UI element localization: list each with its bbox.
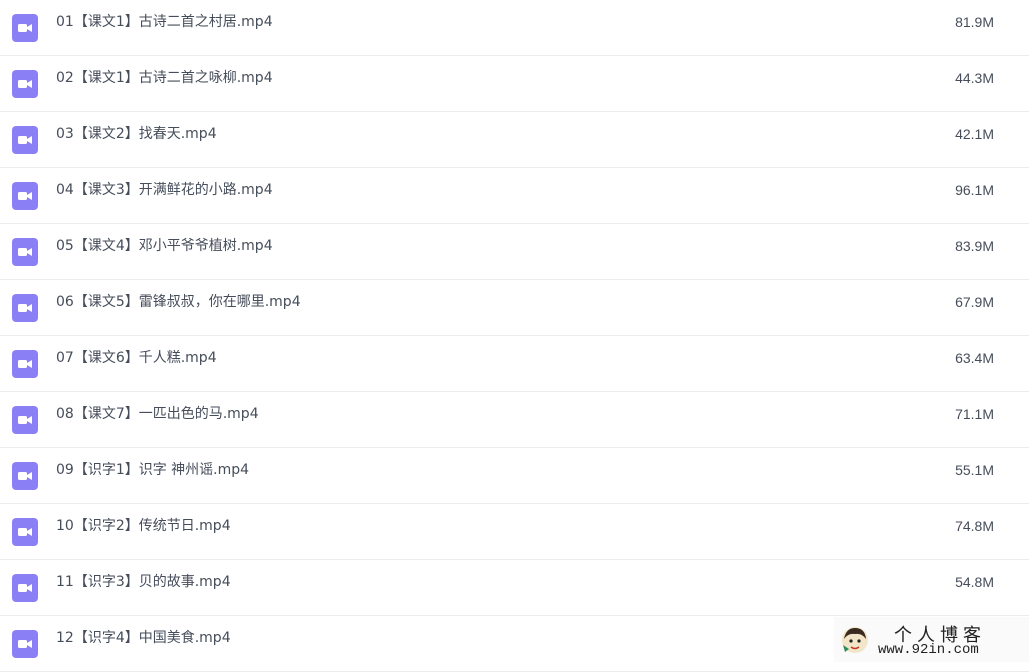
video-file-icon (12, 13, 38, 42)
video-file-icon (12, 629, 38, 658)
file-size: 74.8M (955, 518, 994, 534)
file-row[interactable]: 07【课文6】千人糕.mp4 63.4M (0, 336, 1029, 392)
file-size: 44.3M (955, 70, 994, 86)
video-file-icon (12, 293, 38, 322)
video-file-icon (12, 573, 38, 602)
file-name[interactable]: 10【识字2】传统节日.mp4 (56, 504, 231, 549)
avatar-logo-icon (842, 627, 868, 653)
file-row[interactable]: 09【识字1】识字 神州谣.mp4 55.1M (0, 448, 1029, 504)
video-file-icon (12, 461, 38, 490)
file-size: 54.8M (955, 574, 994, 590)
watermark-url: www.92in.com (878, 642, 979, 658)
file-row[interactable]: 11【识字3】贝的故事.mp4 54.8M (0, 560, 1029, 616)
file-row[interactable]: 10【识字2】传统节日.mp4 74.8M (0, 504, 1029, 560)
file-size: 83.9M (955, 238, 994, 254)
file-row[interactable]: 03【课文2】找春天.mp4 42.1M (0, 112, 1029, 168)
file-size: 63.4M (955, 350, 994, 366)
video-file-icon (12, 237, 38, 266)
file-row[interactable]: 06【课文5】雷锋叔叔，你在哪里.mp4 67.9M (0, 280, 1029, 336)
file-name[interactable]: 09【识字1】识字 神州谣.mp4 (56, 448, 249, 493)
file-row[interactable]: 08【课文7】一匹出色的马.mp4 71.1M (0, 392, 1029, 448)
file-name[interactable]: 04【课文3】开满鲜花的小路.mp4 (56, 168, 273, 213)
file-name[interactable]: 01【课文1】古诗二首之村居.mp4 (56, 0, 273, 45)
file-row[interactable]: 05【课文4】邓小平爷爷植树.mp4 83.9M (0, 224, 1029, 280)
video-file-icon (12, 125, 38, 154)
file-name[interactable]: 02【课文1】古诗二首之咏柳.mp4 (56, 56, 273, 101)
file-size: 81.9M (955, 14, 994, 30)
file-name[interactable]: 08【课文7】一匹出色的马.mp4 (56, 392, 259, 437)
file-row[interactable]: 01【课文1】古诗二首之村居.mp4 81.9M (0, 0, 1029, 56)
file-size: 55.1M (955, 462, 994, 478)
file-size: 96.1M (955, 182, 994, 198)
file-size: 42.1M (955, 126, 994, 142)
file-list: 01【课文1】古诗二首之村居.mp4 81.9M 02【课文1】古诗二首之咏柳.… (0, 0, 1029, 672)
file-row[interactable]: 04【课文3】开满鲜花的小路.mp4 96.1M (0, 168, 1029, 224)
video-file-icon (12, 349, 38, 378)
file-size: 71.1M (955, 406, 994, 422)
file-size: 67.9M (955, 294, 994, 310)
file-name[interactable]: 05【课文4】邓小平爷爷植树.mp4 (56, 224, 273, 269)
file-name[interactable]: 03【课文2】找春天.mp4 (56, 112, 217, 157)
video-file-icon (12, 69, 38, 98)
file-row[interactable]: 02【课文1】古诗二首之咏柳.mp4 44.3M (0, 56, 1029, 112)
video-file-icon (12, 517, 38, 546)
file-name[interactable]: 06【课文5】雷锋叔叔，你在哪里.mp4 (56, 280, 301, 325)
file-name[interactable]: 11【识字3】贝的故事.mp4 (56, 560, 231, 605)
video-file-icon (12, 405, 38, 434)
file-name[interactable]: 07【课文6】千人糕.mp4 (56, 336, 217, 381)
video-file-icon (12, 181, 38, 210)
blog-watermark: 个人博客 www.92in.com (834, 617, 1029, 662)
file-name[interactable]: 12【识字4】中国美食.mp4 (56, 616, 231, 661)
